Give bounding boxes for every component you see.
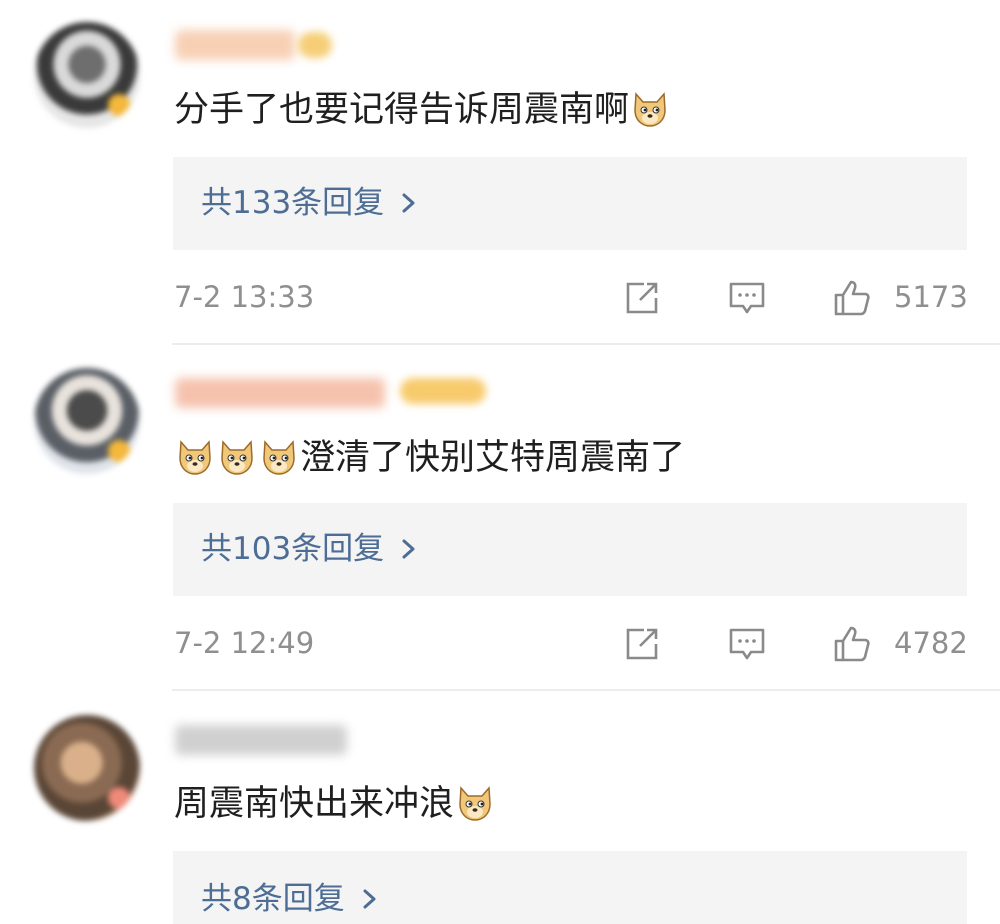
comment-icon[interactable] — [727, 278, 767, 318]
doge-emoji-icon — [221, 440, 253, 475]
chevron-right-icon — [402, 539, 415, 559]
comment-text: 周震南快出来冲浪 — [174, 780, 496, 828]
verified-badge-icon — [108, 440, 130, 462]
reply-summary[interactable]: 共8条回复 — [173, 851, 967, 924]
avatar[interactable] — [34, 715, 140, 821]
reply-summary[interactable]: 共103条回复 — [173, 503, 967, 596]
avatar[interactable] — [34, 368, 140, 474]
divider — [172, 689, 1000, 691]
chevron-right-icon — [363, 889, 376, 909]
doge-emoji-icon — [179, 440, 211, 475]
comment-text: 澄清了快别艾特周震南了 — [174, 434, 685, 482]
thumbs-up-icon[interactable] — [832, 278, 872, 318]
reply-count-link[interactable]: 共103条回复 — [201, 531, 384, 567]
comment-timestamp: 7-2 13:33 — [174, 280, 315, 314]
member-badge-icon — [298, 32, 332, 58]
username-blurred[interactable] — [175, 378, 385, 408]
reply-count-link[interactable]: 共8条回复 — [201, 881, 345, 917]
member-badge-icon — [400, 378, 486, 404]
comment-icon[interactable] — [727, 624, 767, 664]
like-count: 5173 — [894, 280, 968, 314]
status-badge-icon — [108, 787, 130, 809]
doge-emoji-icon — [634, 92, 666, 127]
avatar[interactable] — [34, 22, 140, 128]
comment-timestamp: 7-2 12:49 — [174, 626, 315, 660]
share-icon[interactable] — [622, 278, 662, 318]
chevron-right-icon — [402, 193, 415, 213]
username-blurred[interactable] — [175, 30, 295, 60]
thumbs-up-icon[interactable] — [832, 624, 872, 664]
divider — [172, 343, 1000, 345]
reply-summary[interactable]: 共133条回复 — [173, 157, 967, 250]
verified-badge-icon — [108, 94, 130, 116]
share-icon[interactable] — [622, 624, 662, 664]
doge-emoji-icon — [263, 440, 295, 475]
reply-count-link[interactable]: 共133条回复 — [201, 185, 384, 221]
username-blurred[interactable] — [175, 725, 347, 755]
like-count: 4782 — [894, 626, 968, 660]
doge-emoji-icon — [459, 786, 491, 821]
comment-text: 分手了也要记得告诉周震南啊 — [174, 86, 671, 134]
